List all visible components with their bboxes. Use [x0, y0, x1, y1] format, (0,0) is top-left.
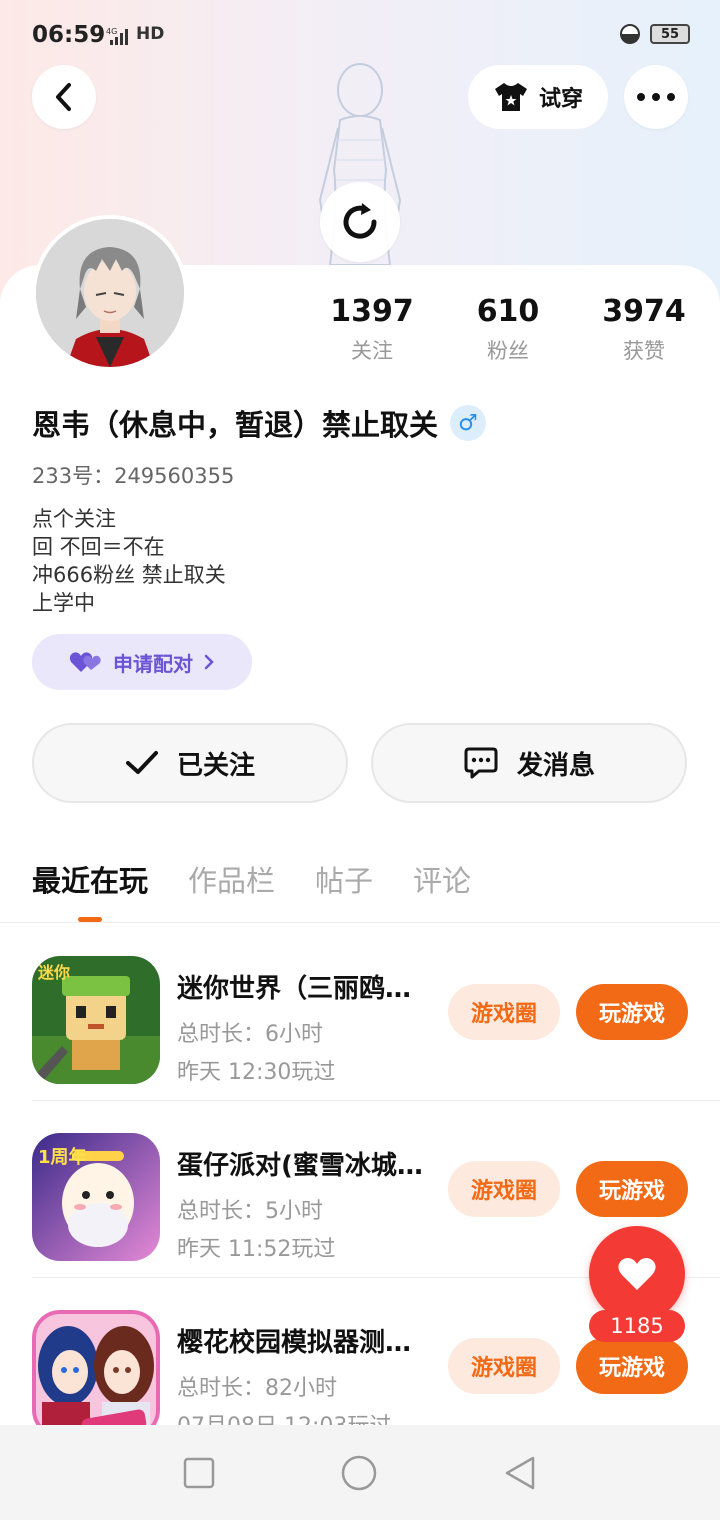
heart-icon	[618, 1258, 656, 1290]
status-time: 06:59	[32, 22, 106, 48]
more-button[interactable]	[624, 65, 688, 129]
apply-match-button[interactable]: 申请配对	[32, 634, 252, 690]
sakura-school-icon[interactable]	[32, 1310, 160, 1438]
do-not-disturb-icon	[620, 24, 640, 44]
stat-fans-value: 610	[476, 294, 540, 329]
game-circle-button[interactable]: 游戏圈	[448, 984, 560, 1040]
game-title: 樱花校园模拟器测…	[177, 1328, 412, 1358]
stat-likes[interactable]: 3974 获赞	[574, 294, 714, 365]
game-duration: 总时长：6小时	[177, 1022, 323, 1047]
play-game-button[interactable]: 玩游戏	[576, 1161, 688, 1217]
male-gender-icon: ♂	[450, 405, 487, 441]
play-game-button[interactable]: 玩游戏	[576, 1338, 688, 1394]
more-dots-icon	[637, 93, 675, 101]
play-game-button[interactable]: 玩游戏	[576, 984, 688, 1040]
send-message-label: 发消息	[516, 750, 595, 781]
checkmark-icon	[125, 751, 158, 774]
game-last-played: 昨天 11:52玩过	[177, 1237, 336, 1262]
game-title: 蛋仔派对(蜜雪冰城…	[177, 1151, 423, 1181]
game-row[interactable]: 迷你 迷你世界（三丽鸥… 总时长：6小时 昨天 12:30玩过 游戏圈 玩游戏	[32, 924, 720, 1101]
try-on-label: 试穿	[538, 87, 583, 112]
chevron-right-icon	[204, 654, 214, 670]
hd-indicator: HD	[136, 24, 165, 44]
stat-following[interactable]: 1397 关注	[302, 294, 442, 365]
back-button[interactable]	[32, 65, 96, 129]
svg-text:1周年: 1周年	[38, 1146, 87, 1168]
game-duration: 总时长：5小时	[177, 1199, 323, 1224]
stat-likes-label: 获赞	[623, 339, 665, 363]
eggy-party-icon[interactable]: 1周年	[32, 1133, 160, 1261]
game-circle-button[interactable]: 游戏圈	[448, 1161, 560, 1217]
stat-following-value: 1397	[330, 294, 414, 329]
profile-bio: 点个关注 回 不回＝不在 冲666粉丝 禁止取关 上学中	[32, 507, 226, 615]
followed-label: 已关注	[176, 750, 255, 781]
status-bar: 06:59 4G HD 55	[0, 0, 720, 72]
chat-bubble-icon	[464, 747, 498, 779]
profile-name: 恩韦（休息中，暂退）禁止取关	[32, 408, 439, 442]
recent-apps-icon[interactable]	[183, 1457, 215, 1489]
game-title: 迷你世界（三丽鸥…	[177, 974, 412, 1004]
back-nav-icon[interactable]	[503, 1455, 537, 1491]
home-icon[interactable]	[340, 1454, 378, 1492]
game-duration: 总时长：82小时	[177, 1376, 337, 1401]
profile-uid: 233号：249560355	[32, 464, 235, 488]
followed-button[interactable]: 已关注	[32, 723, 348, 803]
chevron-left-icon	[56, 83, 71, 111]
send-message-button[interactable]: 发消息	[371, 723, 687, 803]
stat-fans[interactable]: 610 粉丝	[438, 294, 578, 365]
signal-icon: 4G	[106, 26, 132, 49]
tshirt-icon	[494, 83, 527, 111]
game-circle-button[interactable]: 游戏圈	[448, 1338, 560, 1394]
tab-posts[interactable]: 帖子	[315, 858, 373, 900]
profile-name-row: 恩韦（休息中，暂退）禁止取关 ♂	[32, 402, 487, 444]
profile-tabs: 最近在玩 作品栏 帖子 评论	[32, 858, 471, 900]
apply-match-label: 申请配对	[113, 651, 193, 676]
system-navigation-bar	[0, 1425, 720, 1520]
stat-fans-label: 粉丝	[487, 339, 529, 363]
svg-text:迷你: 迷你	[37, 963, 70, 982]
battery-icon: 55	[650, 24, 690, 44]
stat-likes-value: 3974	[602, 294, 686, 329]
like-button[interactable]	[589, 1226, 685, 1322]
tabs-divider	[0, 922, 720, 923]
hearts-icon	[69, 652, 101, 672]
try-on-button[interactable]: 试穿	[468, 65, 608, 129]
avatar[interactable]	[32, 215, 188, 371]
mini-world-icon[interactable]: 迷你	[32, 956, 160, 1084]
rotate-avatar-button[interactable]	[320, 182, 400, 262]
rotate-icon	[343, 203, 377, 239]
tab-recent-playing[interactable]: 最近在玩	[32, 858, 148, 900]
network-type: 4G	[106, 27, 117, 36]
stat-following-label: 关注	[351, 339, 393, 363]
tab-comments[interactable]: 评论	[413, 858, 471, 900]
game-last-played: 昨天 12:30玩过	[177, 1060, 336, 1085]
tab-works[interactable]: 作品栏	[188, 858, 275, 900]
like-count: 1185	[589, 1310, 685, 1342]
user-avatar-image	[36, 219, 184, 367]
